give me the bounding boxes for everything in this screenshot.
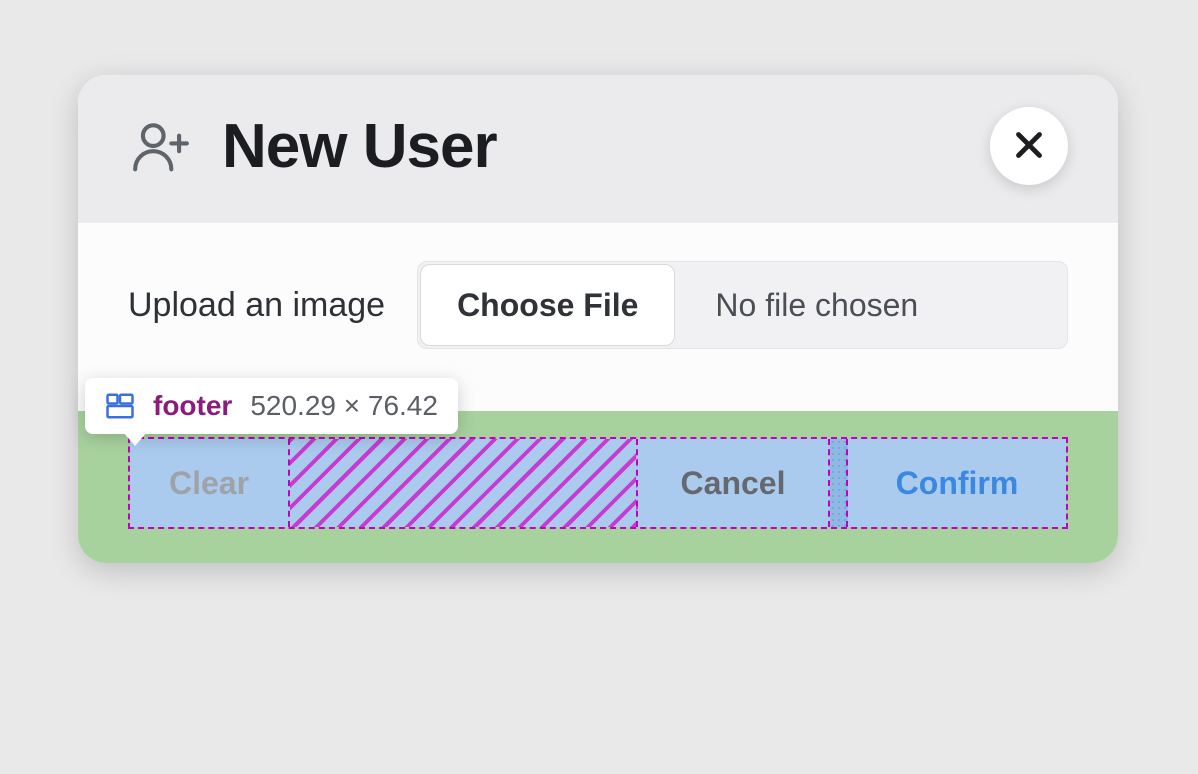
layout-icon: [105, 391, 135, 421]
user-plus-icon: [128, 113, 194, 179]
tooltip-element-name: footer: [153, 390, 232, 422]
flex-gap: [830, 439, 848, 527]
dialog-title: New User: [222, 111, 497, 182]
tooltip-dimensions: 520.29 × 76.42: [250, 390, 438, 422]
file-status: No file chosen: [677, 262, 1067, 348]
choose-file-button[interactable]: Choose File: [420, 264, 675, 346]
close-button[interactable]: [990, 107, 1068, 185]
close-icon: [1011, 127, 1047, 166]
footer-flex-highlight: Clear Cancel Confirm: [128, 437, 1068, 529]
cancel-button[interactable]: Cancel: [638, 439, 830, 527]
confirm-button[interactable]: Confirm: [848, 439, 1066, 527]
clear-button[interactable]: Clear: [130, 439, 290, 527]
dialog-header: New User: [78, 75, 1118, 223]
new-user-dialog: New User Upload an image Choose File No …: [78, 75, 1118, 563]
upload-label: Upload an image: [128, 286, 385, 325]
file-picker: Choose File No file chosen: [417, 261, 1068, 349]
devtools-tooltip: footer 520.29 × 76.42: [85, 378, 458, 434]
flex-spacer: [290, 439, 638, 527]
